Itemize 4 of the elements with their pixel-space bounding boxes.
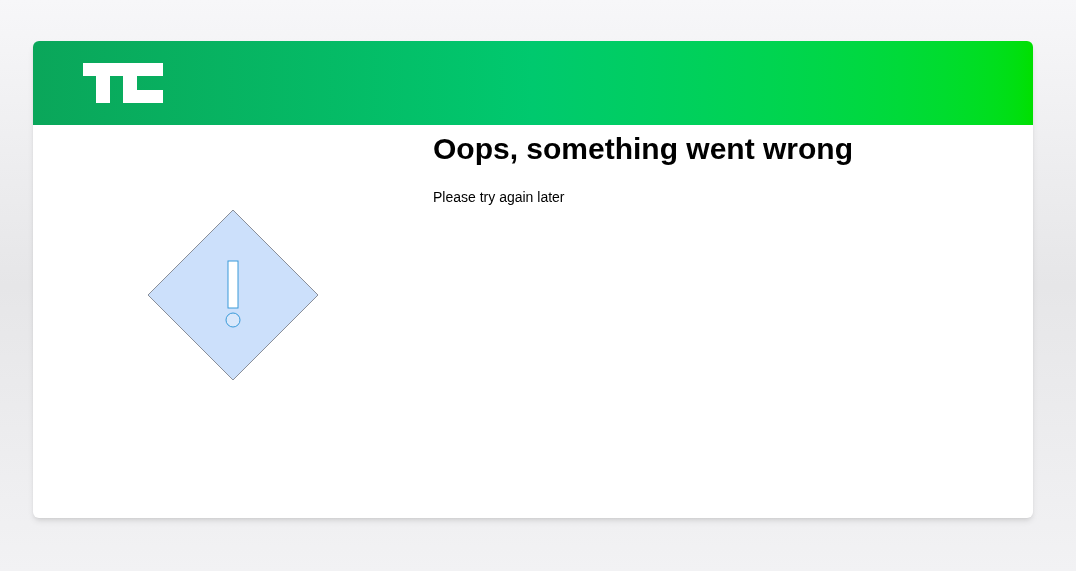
- error-message: Please try again later: [433, 188, 566, 207]
- error-heading: Oops, something went wrong: [433, 131, 853, 167]
- warning-icon: [147, 209, 319, 381]
- logo-icon[interactable]: [83, 63, 163, 103]
